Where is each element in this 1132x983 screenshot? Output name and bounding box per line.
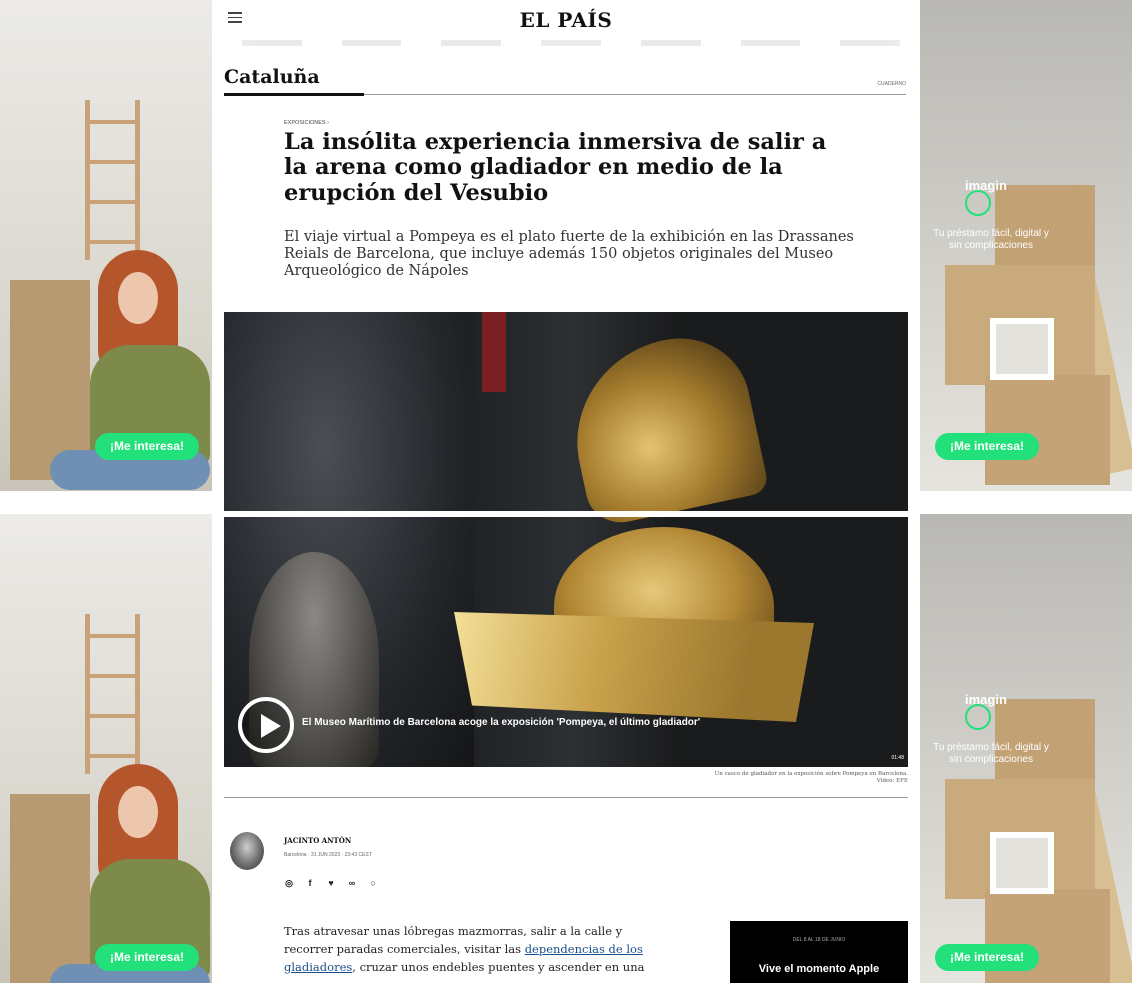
ad-left-bottom[interactable]: ¡Me interesa! — [0, 514, 212, 983]
share-bar: ◎ f ♥ ∞ ○ — [284, 878, 378, 888]
caption-credit: Vídeo: EFE — [876, 778, 908, 785]
ad-tagline: Tu préstamo fácil, digital y sin complic… — [933, 742, 1049, 765]
promo-title: Vive el momento Apple — [758, 963, 880, 975]
ad-left-top[interactable]: ¡Me interesa! — [0, 0, 212, 491]
frame-image — [990, 318, 1054, 380]
ad-right-bottom[interactable]: imagin Tu préstamo fácil, digital y sin … — [920, 514, 1132, 983]
imagin-ring-icon — [965, 704, 991, 730]
box-image — [995, 185, 1095, 265]
whatsapp-icon[interactable]: ◎ — [284, 878, 294, 888]
ad-right-top[interactable]: imagin Tu préstamo fácil, digital y sin … — [920, 0, 1132, 491]
link-icon[interactable]: ∞ — [347, 878, 357, 888]
ladder-image — [85, 100, 140, 260]
imagin-ring-icon — [965, 190, 991, 216]
promo-kicker: DEL 8 AL 18 DE JUNIO — [792, 937, 846, 943]
section-underline — [224, 93, 364, 96]
ladder-image — [85, 614, 140, 774]
article-dateline: Barcelona · 31 JUN 2023 · 23:43 CEST — [284, 852, 372, 858]
article-deck: El viaje virtual a Pompeya es el plato f… — [284, 229, 854, 280]
visor-image — [454, 612, 814, 722]
boxes-image — [10, 794, 90, 983]
article-body: Tras atravesar unas lóbregas mazmorras, … — [284, 923, 664, 976]
twitter-icon[interactable]: ♥ — [326, 878, 336, 888]
me-interesa-button[interactable]: ¡Me interesa! — [95, 433, 199, 460]
video-divider — [224, 511, 908, 517]
apple-promo[interactable]: DEL 8 AL 18 DE JUNIO Vive el momento App… — [730, 921, 908, 983]
facebook-icon[interactable]: f — [305, 878, 315, 888]
frame-image — [990, 832, 1054, 894]
me-interesa-button[interactable]: ¡Me interesa! — [935, 433, 1039, 460]
video-title: El Museo Marítimo de Barcelona acoge la … — [302, 717, 701, 728]
caption-text: Un casco de gladiador en la exposición s… — [714, 771, 908, 777]
body-text: , cruzar unos endebles puentes y ascende… — [352, 959, 645, 974]
box-image — [995, 699, 1095, 779]
article-headline: La insólita experiencia inmersiva de sal… — [284, 129, 827, 206]
me-interesa-button[interactable]: ¡Me interesa! — [95, 944, 199, 971]
author-name[interactable]: JACINTO ANTÓN — [284, 836, 351, 845]
play-icon[interactable] — [238, 697, 294, 753]
video-background — [482, 312, 506, 392]
top-bar: EL PAÍS — [212, 0, 920, 36]
comment-icon[interactable]: ○ — [368, 878, 378, 888]
author-avatar[interactable] — [230, 832, 264, 870]
video-player[interactable]: El Museo Marítimo de Barcelona acoge la … — [224, 312, 908, 767]
el-pais-logo[interactable]: EL PAÍS — [212, 8, 920, 32]
divider — [224, 797, 908, 798]
article-column: EL PAÍS Cataluña CUADERNO EXPOSICIONES ›… — [212, 0, 920, 983]
box-image — [985, 375, 1110, 485]
nav-bar — [242, 40, 901, 48]
video-duration: 01:48 — [891, 755, 904, 761]
section-link[interactable]: CUADERNO — [877, 81, 906, 87]
me-interesa-button[interactable]: ¡Me interesa! — [935, 944, 1039, 971]
ad-tagline: Tu préstamo fácil, digital y sin complic… — [933, 228, 1049, 251]
section-title[interactable]: Cataluña — [224, 66, 320, 88]
video-caption: Un casco de gladiador en la exposición s… — [488, 771, 908, 785]
article-kicker[interactable]: EXPOSICIONES › — [284, 120, 329, 126]
